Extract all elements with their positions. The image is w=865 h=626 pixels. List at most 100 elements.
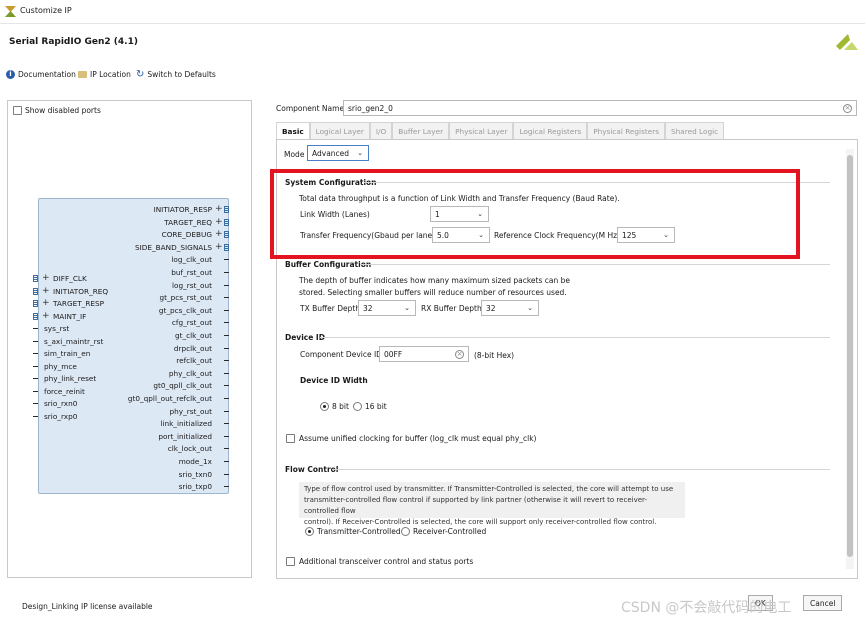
port-label: TARGET_REQ — [164, 217, 212, 227]
tab-logical-layer[interactable]: Logical Layer — [309, 122, 370, 139]
tab-shared-logic[interactable]: Shared Logic — [665, 122, 725, 139]
port-label: refclk_out — [176, 356, 212, 366]
switch-defaults-label: Switch to Defaults — [147, 70, 216, 79]
tab-io[interactable]: I/O — [369, 122, 393, 139]
flow-note-line-2: transmitter-controlled flow control if s… — [304, 496, 647, 515]
port-pin — [224, 461, 229, 462]
cancel-button[interactable]: Cancel — [803, 595, 843, 611]
additional-ports-label: Additional transceiver control and statu… — [299, 557, 474, 566]
port-label: srio_txn0 — [178, 469, 212, 479]
mode-select[interactable]: Advanced ⌄ — [307, 145, 369, 161]
expand-icon[interactable]: + — [215, 205, 223, 214]
bus-pin — [33, 312, 38, 320]
bus-pin — [33, 300, 38, 307]
port-label: phy_rst_out — [169, 406, 212, 416]
radio-8bit[interactable]: 8 bit — [320, 402, 349, 411]
expand-icon[interactable]: + — [215, 217, 223, 227]
port-pin — [224, 297, 229, 299]
port-label: srio_txp0 — [178, 482, 212, 492]
window-title: Customize IP — [20, 6, 72, 15]
expand-icon[interactable]: + — [215, 242, 223, 252]
clear-icon[interactable]: × — [455, 350, 464, 359]
switch-defaults-button[interactable]: ↻ Switch to Defaults — [136, 70, 216, 80]
tab-physical-registers[interactable]: Physical Registers — [587, 122, 666, 139]
component-name-input[interactable]: srio_gen2_0 × — [343, 100, 857, 116]
port-label: s_axi_maintr_rst — [44, 336, 104, 346]
checkbox-box[interactable] — [286, 557, 295, 566]
chevron-down-icon: ⌄ — [357, 149, 363, 157]
tx-buffer-label: TX Buffer Depth — [300, 304, 361, 313]
radio-16bit[interactable]: 16 bit — [353, 402, 387, 411]
component-device-id-hint: (8-bit Hex) — [474, 351, 515, 360]
unified-clocking-checkbox[interactable]: Assume unified clocking for buffer (log_… — [286, 434, 537, 443]
port-label: TARGET_RESP — [53, 299, 105, 308]
port-pin — [33, 365, 38, 367]
ip-title: Serial RapidIO Gen2 (4.1) — [9, 37, 138, 47]
radio-button[interactable] — [320, 402, 329, 411]
port-pin — [224, 322, 229, 324]
documentation-button[interactable]: i Documentation — [6, 70, 76, 79]
port-label: phy_mce — [44, 361, 77, 371]
checkbox-box[interactable] — [13, 106, 22, 115]
port-label: gt0_qpll_clk_out — [153, 381, 212, 391]
port-label: log_clk_out — [171, 255, 212, 265]
expand-icon[interactable]: + — [42, 299, 50, 308]
radio-button[interactable] — [305, 527, 314, 536]
divider — [332, 469, 830, 470]
port-label: buf_rst_out — [171, 268, 212, 277]
expand-icon[interactable]: + — [42, 311, 50, 321]
port-pin — [224, 410, 229, 412]
flow-note-line-1: Type of flow control used by transmitter… — [304, 485, 674, 493]
transmitter-controlled-label: Transmitter-Controlled — [317, 527, 401, 536]
component-device-id-label: Component Device ID — [300, 350, 382, 359]
checkbox-box[interactable] — [286, 434, 295, 443]
additional-ports-checkbox[interactable]: Additional transceiver control and statu… — [286, 557, 473, 566]
clear-icon[interactable]: × — [843, 104, 852, 113]
port-label: mode_1x — [178, 457, 212, 466]
folder-icon — [78, 71, 87, 78]
title-bar: Customize IP — [0, 0, 865, 24]
bus-pin — [224, 206, 229, 213]
radio-receiver-controlled[interactable]: Receiver-Controlled — [401, 527, 486, 536]
port-pin — [224, 335, 229, 336]
receiver-controlled-label: Receiver-Controlled — [413, 527, 487, 536]
port-label: DIFF_CLK — [53, 274, 87, 283]
port-label: CORE_DEBUG — [161, 230, 212, 240]
rx-buffer-label: RX Buffer Depth — [421, 304, 482, 313]
radio-button[interactable] — [353, 402, 362, 411]
vertical-scrollbar[interactable] — [846, 149, 854, 569]
component-device-id-input[interactable]: 00FF × — [379, 346, 469, 362]
port-label: gt_pcs_rst_out — [159, 293, 213, 303]
ip-location-button[interactable]: IP Location — [78, 70, 131, 79]
expand-icon[interactable]: + — [215, 230, 223, 239]
flow-control-note: Type of flow control used by transmitter… — [299, 482, 685, 526]
buffer-config-title: Buffer Configuration — [285, 260, 372, 269]
chevron-down-icon: ⌄ — [527, 304, 533, 312]
port-pin — [224, 360, 229, 362]
scrollbar-thumb[interactable] — [847, 155, 853, 557]
bus-pin — [33, 275, 38, 282]
port-pin — [224, 486, 229, 488]
port-label: link_initialized — [160, 419, 212, 429]
tab-physical-layer[interactable]: Physical Layer — [449, 122, 514, 139]
tab-logical-registers[interactable]: Logical Registers — [513, 122, 588, 139]
rx-buffer-select[interactable]: 32 ⌄ — [481, 300, 539, 316]
port-pin — [224, 309, 229, 311]
port-label: INITIATOR_REQ — [53, 286, 109, 296]
port-pin — [33, 390, 38, 392]
show-disabled-ports-checkbox[interactable]: Show disabled ports — [13, 106, 101, 115]
port-label: SIDE_BAND_SIGNALS — [135, 242, 212, 252]
tx-buffer-select[interactable]: 32 ⌄ — [358, 300, 416, 316]
radio-transmitter-controlled[interactable]: Transmitter-Controlled — [305, 527, 401, 536]
port-pin — [33, 378, 38, 379]
vivado-logo-icon — [836, 34, 858, 50]
radio-button[interactable] — [401, 527, 410, 536]
tab-buffer-layer[interactable]: Buffer Layer — [392, 122, 450, 139]
radio-8bit-label: 8 bit — [332, 402, 349, 411]
component-name-value: srio_gen2_0 — [348, 104, 393, 113]
expand-icon[interactable]: + — [42, 286, 50, 296]
expand-icon[interactable]: + — [42, 274, 50, 283]
port-pin — [224, 398, 229, 399]
port-pin — [224, 347, 229, 349]
tab-basic[interactable]: Basic — [276, 122, 310, 140]
